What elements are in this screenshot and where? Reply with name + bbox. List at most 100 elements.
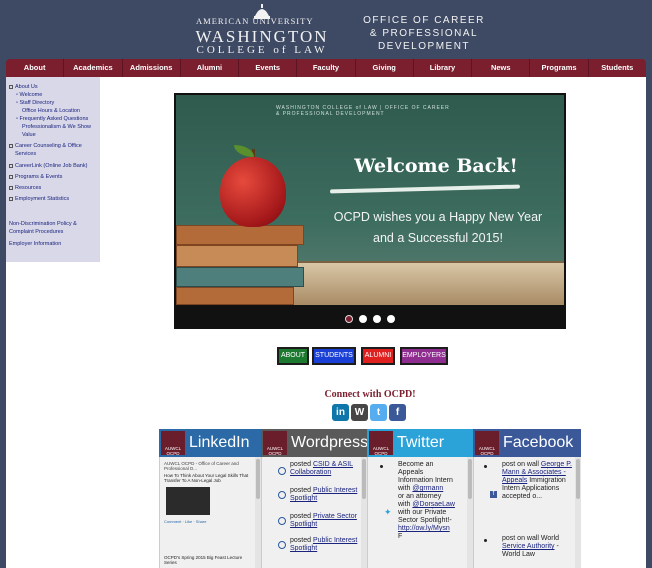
nav-library[interactable]: Library [414,59,473,77]
slider-dot-3[interactable] [373,315,381,323]
nav-alumni[interactable]: Alumni [181,59,240,77]
sidebar-item-value[interactable]: Value [22,132,36,138]
scrollbar-thumb[interactable] [576,459,580,499]
feed-item: posted Private Sector Spotlight [290,513,360,529]
site-header: AMERICAN UNIVERSITY WASHINGTON COLLEGE o… [0,0,652,58]
facebook-icon[interactable]: f [389,404,406,421]
linkedin-post-image[interactable] [166,487,210,515]
slide-logo: WASHINGTON COLLEGE of LAW | OFFICE OF CA… [276,105,450,117]
list-bullet [484,465,487,468]
sidebar-item-hours[interactable]: Office Hours & Location [22,108,80,114]
sidebar-item-nondiscrimination[interactable]: Non-Discrimination Policy & [9,221,77,227]
tweet-mention[interactable]: @grmann [412,485,443,492]
ocpd-badge: AUWCL OCPD [369,431,393,456]
square-bullet-icon [9,185,13,190]
feed-item-title[interactable]: OCPD's Spring 2015 Big Feast Lecture Ser… [164,555,254,565]
facebook-feed[interactable]: f post on wall George P. Mann & Associat… [473,457,581,568]
office-line-2: & PROFESSIONAL [369,28,479,39]
sidebar-item-welcome[interactable]: ▫ Welcome [16,92,42,98]
linkedin-icon[interactable]: in [332,404,349,421]
twitter-feed[interactable]: ✦ Become an Appeals Information Intern w… [367,457,473,568]
students-button[interactable]: STUDENTS [312,347,356,365]
linkedin-feed[interactable]: AUWCL OCPD - Office of Career and Profes… [159,457,261,568]
sidebar-item-label: About Us [15,84,38,90]
alumni-button[interactable]: ALUMNI [361,347,395,365]
square-bullet-icon [9,163,13,168]
nav-events[interactable]: Events [239,59,298,77]
employers-button[interactable]: EMPLOYERS [400,347,448,365]
twitter-bird-icon: ✦ [384,507,392,517]
slide-message: OCPD wishes you a Happy New Year and a S… [326,207,550,249]
ocpd-badge: AUWCL OCPD [475,431,499,456]
linkedin-panel: LinkedIn AUWCL OCPD AUWCL OCPD - Office … [159,429,261,568]
slider-dot-2[interactable] [359,315,367,323]
scrollbar[interactable] [575,457,581,568]
tweet-link[interactable]: http://ow.ly/Mysn [398,525,468,533]
about-button[interactable]: ABOUT [277,347,309,365]
sidebar: About Us ▫ Welcome ▫ Staff Directory Off… [6,77,100,262]
wcl-logo[interactable]: AMERICAN UNIVERSITY WASHINGTON COLLEGE o… [192,4,332,56]
nav-programs[interactable]: Programs [530,59,589,77]
nav-about[interactable]: About [6,59,65,77]
sidebar-item-label: Complaint Procedures [9,229,64,235]
sidebar-item-label: Resources [15,185,42,191]
nav-students[interactable]: Students [589,59,646,77]
wordpress-feed[interactable]: posted CSID & ASIL Collaboration posted … [261,457,367,568]
sidebar-item-faq[interactable]: ▫ Frequently Asked Questions [16,116,88,122]
nav-academics[interactable]: Academics [64,59,123,77]
slider-dot-4[interactable] [387,315,395,323]
wordpress-icon[interactable]: W [351,404,368,421]
sidebar-item-employer-info[interactable]: Employer Information [9,241,61,247]
sidebar-item-about-us[interactable]: About Us [9,84,38,90]
twitter-panel: Twitter AUWCL OCPD ✦ Become an Appeals I… [367,429,473,568]
office-line-3: DEVELOPMENT [377,41,471,52]
square-bullet-icon [9,196,13,201]
feed-prefix: posted [290,513,313,520]
book-image [176,225,304,245]
sidebar-item-counseling[interactable]: Career Counseling & Office [9,143,82,149]
tweet-line: Become an [398,461,434,468]
wordpress-icon [278,491,286,499]
sidebar-item-services[interactable]: Services [15,151,36,157]
nav-giving[interactable]: Giving [356,59,414,77]
feed-item: posted Public Interest Spotlight [290,487,360,503]
slide-welcome-back[interactable]: WASHINGTON COLLEGE of LAW | OFFICE OF CA… [176,95,564,305]
nav-news[interactable]: News [472,59,531,77]
wordpress-icon [278,517,286,525]
hero-slider[interactable]: WASHINGTON COLLEGE of LAW | OFFICE OF CA… [174,93,566,329]
sidebar-item-label: CareerLink (Online Job Bank) [15,163,88,169]
feed-item-title[interactable]: How To Think About Your Legal Skills Tha… [164,473,254,483]
wordpress-icon [278,467,286,475]
slider-dot-1[interactable] [345,315,353,323]
feed-item: posted Public Interest Spotlight [290,537,360,553]
feed-item: posted CSID & ASIL Collaboration [290,461,360,477]
book-image [176,287,294,305]
sidebar-item-careerlink[interactable]: CareerLink (Online Job Bank) [9,163,87,169]
sidebar-item-programs[interactable]: Programs & Events [9,174,62,180]
nav-faculty[interactable]: Faculty [297,59,356,77]
slide-headline: Welcome Back! [354,155,518,177]
list-bullet [380,465,383,468]
tweet-line: Appeals [398,469,424,476]
post-link[interactable]: Service Authority [502,543,555,550]
sidebar-item-complaint[interactable]: Complaint Procedures [9,229,63,235]
tweet-mention[interactable]: @DorsaeLaw [412,501,455,508]
sidebar-item-label: Non-Discrimination Policy & [9,221,77,227]
sidebar-item-statistics[interactable]: Employment Statistics [9,196,69,202]
twitter-icon[interactable]: t [370,404,387,421]
wordpress-panel: Wordpress AUWCL OCPD posted CSID & ASIL … [261,429,367,568]
scrollbar-thumb[interactable] [468,459,472,499]
sidebar-item-professionalism[interactable]: Professionalism & We Show [22,124,91,130]
scrollbar-thumb[interactable] [256,459,260,499]
sidebar-item-label: Services [15,151,37,157]
square-bullet-icon [9,84,13,89]
slider-pagination [174,315,566,327]
sidebar-item-label: Value [22,132,36,138]
nav-admissions[interactable]: Admissions [123,59,181,77]
feed-actions[interactable]: Comment · Like · Share [164,519,254,524]
sidebar-item-staff[interactable]: ▫ Staff Directory [16,100,54,106]
tweet-text: with [398,501,411,508]
scrollbar-thumb[interactable] [362,459,366,499]
logo-line-1: AMERICAN UNIVERSITY [196,16,314,26]
sidebar-item-resources[interactable]: Resources [9,185,41,191]
